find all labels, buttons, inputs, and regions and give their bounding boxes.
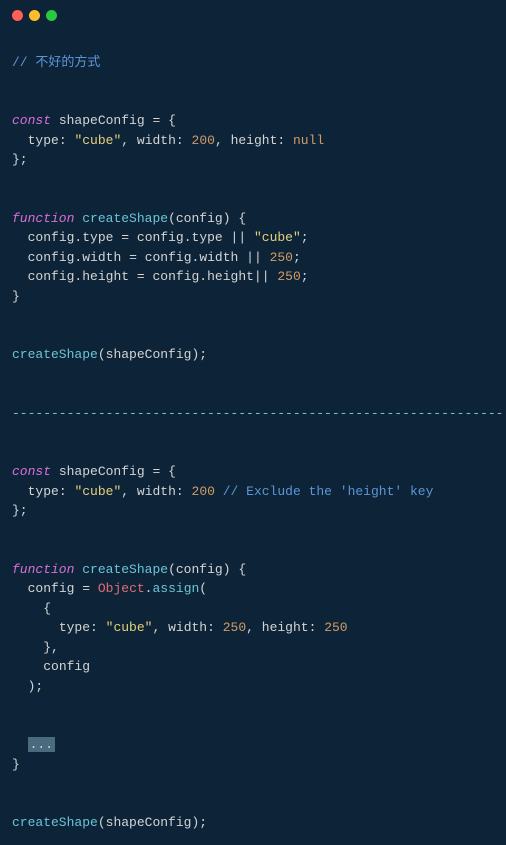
prop-height: height [262, 620, 309, 635]
comment-bad-way: // 不好的方式 [12, 55, 100, 70]
number-250: 250 [277, 269, 300, 284]
var-config: config [152, 269, 199, 284]
number-200: 200 [192, 133, 215, 148]
var-config: config [43, 659, 90, 674]
prop-width: width [199, 250, 238, 265]
keyword-null: null [293, 133, 324, 148]
prop-width: width [168, 620, 207, 635]
var-config: config [28, 230, 75, 245]
comment-exclude: // Exclude the 'height' key [223, 484, 434, 499]
ellipsis: ... [28, 737, 55, 752]
prop-type: type [28, 133, 59, 148]
var-shapeconfig: shapeConfig [59, 464, 145, 479]
prop-height: height [231, 133, 278, 148]
prop-height: height [207, 269, 254, 284]
arg-shapeconfig: shapeConfig [106, 347, 192, 362]
arg-shapeconfig: shapeConfig [106, 815, 192, 830]
var-config: config [28, 269, 75, 284]
minimize-icon[interactable] [29, 10, 40, 21]
prop-height: height [82, 269, 129, 284]
var-config: config [28, 250, 75, 265]
string-cube: "cube" [106, 620, 153, 635]
prop-type: type [82, 230, 113, 245]
number-200: 200 [192, 484, 215, 499]
keyword-function: function [12, 562, 74, 577]
var-config: config [28, 581, 75, 596]
keyword-function: function [12, 211, 74, 226]
number-250: 250 [223, 620, 246, 635]
param-config: config [176, 562, 223, 577]
code-editor[interactable]: // 不好的方式 const shapeConfig = { type: "cu… [0, 29, 506, 845]
param-config: config [176, 211, 223, 226]
close-icon[interactable] [12, 10, 23, 21]
divider-line: ----------------------------------------… [12, 406, 503, 421]
func-call: createShape [12, 815, 98, 830]
prop-width: width [137, 484, 176, 499]
maximize-icon[interactable] [46, 10, 57, 21]
number-250: 250 [270, 250, 293, 265]
func-createshape: createShape [82, 211, 168, 226]
string-cube: "cube" [74, 484, 121, 499]
func-createshape: createShape [82, 562, 168, 577]
prop-width: width [82, 250, 121, 265]
object-global: Object [98, 581, 145, 596]
window-controls [0, 0, 506, 29]
number-250: 250 [324, 620, 347, 635]
prop-type: type [28, 484, 59, 499]
keyword-const: const [12, 113, 51, 128]
var-config: config [145, 250, 192, 265]
var-shapeconfig: shapeConfig [59, 113, 145, 128]
prop-type: type [192, 230, 223, 245]
string-cube: "cube" [74, 133, 121, 148]
string-cube: "cube" [254, 230, 301, 245]
method-assign: assign [152, 581, 199, 596]
prop-width: width [137, 133, 176, 148]
keyword-const: const [12, 464, 51, 479]
var-config: config [137, 230, 184, 245]
func-call: createShape [12, 347, 98, 362]
prop-type: type [59, 620, 90, 635]
